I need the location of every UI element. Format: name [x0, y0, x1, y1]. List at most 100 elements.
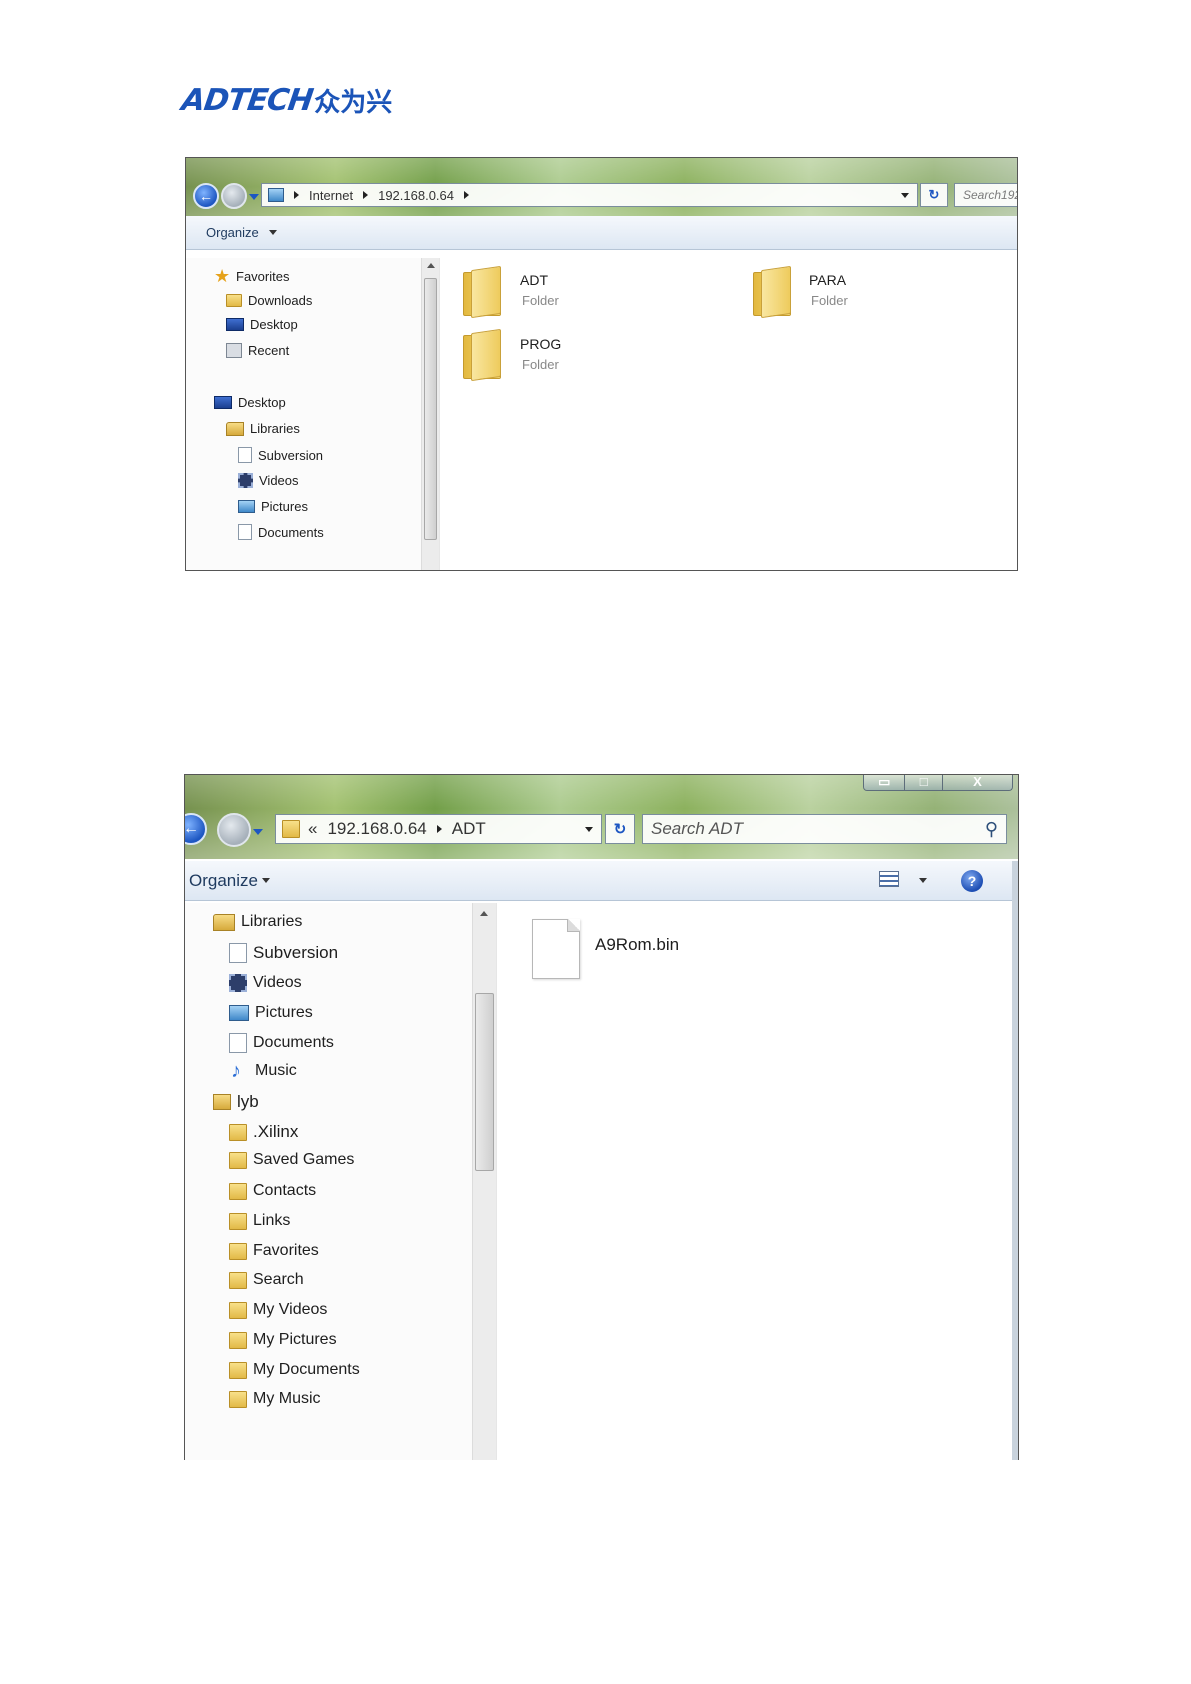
favorites-folder-icon: [229, 1242, 247, 1260]
nav-item-favorites[interactable]: ★ Favorites: [214, 267, 289, 285]
search-input[interactable]: Search192.168.0.6: [954, 183, 1017, 207]
navigation-pane: ★ Favorites Downloads Desktop Recent Desk…: [186, 258, 421, 570]
view-options-dropdown-icon[interactable]: [919, 878, 927, 883]
nav-item-my-music[interactable]: My Music: [229, 1390, 321, 1408]
refresh-button[interactable]: ↻: [605, 814, 635, 844]
user-folder-icon: [213, 1094, 231, 1110]
downloads-folder-icon: [226, 294, 242, 307]
back-button[interactable]: ←: [193, 183, 219, 209]
nav-item-my-documents[interactable]: My Documents: [229, 1361, 360, 1379]
folder-icon: [463, 328, 503, 382]
address-dropdown-icon[interactable]: [585, 826, 593, 832]
organize-dropdown-icon[interactable]: [268, 230, 277, 235]
recent-places-icon: [226, 343, 242, 358]
breadcrumb-ip[interactable]: 192.168.0.64: [378, 188, 454, 203]
window-border: [1012, 861, 1018, 1460]
scroll-up-icon[interactable]: [480, 911, 488, 916]
searches-folder-icon: [229, 1271, 247, 1289]
logo-wordmark: ADTECH: [179, 82, 315, 118]
nav-item-libraries[interactable]: Libraries: [226, 421, 300, 436]
help-icon[interactable]: ?: [961, 870, 983, 892]
videos-icon: [238, 473, 253, 488]
folder-name-adt[interactable]: ADT: [520, 272, 548, 288]
folder-name-para[interactable]: PARA: [809, 272, 846, 288]
address-bar[interactable]: Internet 192.168.0.64: [261, 183, 918, 207]
forward-button[interactable]: [217, 813, 251, 847]
address-dropdown-icon[interactable]: [901, 192, 909, 198]
nav-item-videos[interactable]: Videos: [238, 473, 299, 488]
window-controls: ▭ □ X: [863, 775, 1013, 791]
organize-dropdown-icon[interactable]: [261, 878, 270, 883]
search-placeholder: Search ADT: [651, 819, 743, 838]
explorer-window-2: ▭ □ X ← « 192.168.0.64 ADT ↻ Search ADT …: [184, 774, 1019, 1460]
search-input[interactable]: Search ADT ⚲: [642, 814, 1007, 844]
scroll-up-icon[interactable]: [427, 263, 435, 268]
file-name-a9rom[interactable]: A9Rom.bin: [595, 935, 679, 955]
maximize-button[interactable]: □: [905, 775, 943, 790]
scrollbar-thumb[interactable]: [475, 993, 494, 1171]
nav-item-xilinx[interactable]: .Xilinx: [229, 1122, 298, 1142]
desktop-icon: [214, 396, 232, 409]
contacts-icon: [229, 1182, 247, 1200]
organize-button[interactable]: Organize: [189, 871, 258, 891]
breadcrumb-adt[interactable]: ADT: [452, 819, 486, 839]
nav-item-subversion[interactable]: Subversion: [238, 447, 323, 463]
subversion-library-icon: [238, 447, 252, 463]
network-icon: [268, 188, 284, 202]
nav-item-search[interactable]: Search: [229, 1271, 304, 1289]
nav-item-downloads[interactable]: Downloads: [226, 293, 312, 308]
refresh-button[interactable]: ↻: [920, 183, 948, 207]
folder-icon: [282, 820, 300, 838]
recent-pages-dropdown[interactable]: [249, 194, 259, 200]
nav-item-music[interactable]: ♪ Music: [231, 1061, 297, 1081]
scrollbar-thumb[interactable]: [424, 278, 437, 540]
nav-item-saved-games[interactable]: Saved Games: [229, 1151, 354, 1169]
folder-type-label: Folder: [811, 293, 848, 308]
folder-icon: [229, 1123, 247, 1141]
breadcrumb-ip[interactable]: 192.168.0.64: [327, 819, 426, 839]
desktop-icon: [226, 318, 244, 331]
minimize-button[interactable]: ▭: [864, 775, 906, 790]
libraries-icon: [213, 913, 235, 931]
change-view-icon[interactable]: [879, 871, 899, 887]
search-icon[interactable]: ⚲: [985, 819, 998, 840]
nav-item-links[interactable]: Links: [229, 1212, 290, 1230]
nav-item-favorites[interactable]: Favorites: [229, 1242, 319, 1260]
nav-item-pictures[interactable]: Pictures: [238, 499, 308, 514]
navigation-scrollbar[interactable]: [421, 258, 439, 570]
folder-type-label: Folder: [522, 357, 559, 372]
nav-item-lyb[interactable]: lyb: [213, 1092, 259, 1112]
recent-pages-dropdown[interactable]: [253, 829, 263, 835]
breadcrumb-separator-icon: [294, 191, 299, 199]
logo-chinese-wordmark: 众为兴: [314, 87, 393, 118]
nav-item-recent[interactable]: Recent: [226, 343, 289, 358]
nav-item-libraries[interactable]: Libraries: [213, 913, 302, 931]
nav-item-documents[interactable]: Documents: [238, 524, 324, 540]
navigation-scrollbar[interactable]: [472, 903, 496, 1460]
subversion-library-icon: [229, 943, 247, 963]
folder-icon: [753, 265, 793, 319]
breadcrumb-overflow[interactable]: «: [308, 819, 317, 839]
breadcrumb-internet[interactable]: Internet: [309, 188, 353, 203]
adtech-logo: ADTECH 众为兴: [179, 82, 393, 118]
nav-item-documents[interactable]: Documents: [229, 1033, 334, 1053]
file-list: A9Rom.bin: [496, 903, 1012, 1460]
folder-name-prog[interactable]: PROG: [520, 336, 561, 352]
nav-item-pictures[interactable]: Pictures: [229, 1004, 313, 1022]
videos-icon: [229, 974, 247, 992]
nav-item-videos[interactable]: Videos: [229, 974, 302, 992]
nav-item-contacts[interactable]: Contacts: [229, 1182, 316, 1200]
my-music-icon: [229, 1390, 247, 1408]
nav-item-my-videos[interactable]: My Videos: [229, 1301, 327, 1319]
nav-item-subversion[interactable]: Subversion: [229, 943, 338, 963]
explorer-window-1: ← Internet 192.168.0.64 ↻ Search192.168.…: [185, 157, 1018, 571]
nav-item-desktop[interactable]: Desktop: [214, 395, 286, 410]
nav-item-my-pictures[interactable]: My Pictures: [229, 1331, 337, 1349]
my-videos-icon: [229, 1301, 247, 1319]
close-button[interactable]: X: [942, 775, 1012, 790]
forward-button[interactable]: [221, 183, 247, 209]
organize-button[interactable]: Organize: [206, 225, 259, 240]
address-bar[interactable]: « 192.168.0.64 ADT: [275, 814, 602, 844]
nav-item-desktop-favorite[interactable]: Desktop: [226, 317, 298, 332]
breadcrumb-separator-icon: [464, 191, 469, 199]
